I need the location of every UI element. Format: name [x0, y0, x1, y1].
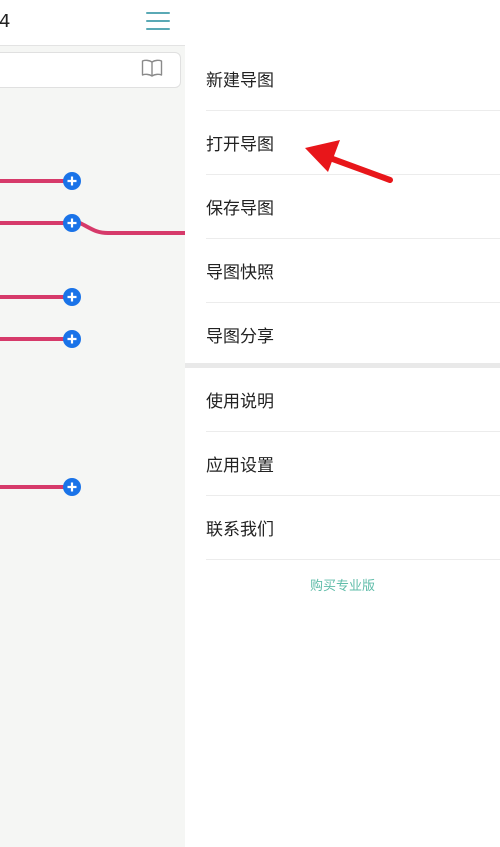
menu-item-new-map[interactable]: 新建导图 — [206, 47, 500, 111]
menu-item-label: 应用设置 — [206, 456, 274, 476]
buy-pro-link[interactable]: 购买专业版 — [185, 575, 500, 594]
add-node-icon[interactable] — [63, 172, 81, 190]
mindmap-editor: 4 — [0, 0, 185, 847]
editor-topbar: 4 — [0, 0, 185, 46]
book-open-icon[interactable] — [141, 58, 163, 78]
menu-item-label: 联系我们 — [206, 520, 274, 540]
add-node-icon[interactable] — [63, 330, 81, 348]
menu-item-label: 导图分享 — [206, 327, 274, 347]
add-node-buttons — [63, 172, 81, 496]
add-node-icon[interactable] — [63, 288, 81, 306]
menu-item-label: 新建导图 — [206, 71, 274, 91]
editor-title: 4 — [0, 11, 11, 32]
menu-item-label: 保存导图 — [206, 199, 274, 219]
add-node-icon[interactable] — [63, 478, 81, 496]
branch-line — [78, 221, 185, 235]
hamburger-menu-icon[interactable] — [146, 10, 170, 32]
add-node-icon[interactable] — [63, 214, 81, 232]
secondary-menu-group: 使用说明 应用设置 联系我们 — [185, 368, 500, 560]
menu-item-save-map[interactable]: 保存导图 — [206, 175, 500, 239]
menu-item-label: 导图快照 — [206, 263, 274, 283]
menu-item-label: 打开导图 — [206, 135, 274, 155]
primary-menu-group: 新建导图 打开导图 保存导图 导图快照 导图分享 — [185, 47, 500, 366]
menu-item-open-map[interactable]: 打开导图 — [206, 111, 500, 175]
menu-item-share-map[interactable]: 导图分享 — [206, 303, 500, 366]
side-drawer-menu: 新建导图 打开导图 保存导图 导图快照 导图分享 使用说明 应用设置 联系我们 … — [185, 0, 500, 847]
menu-item-contact-us[interactable]: 联系我们 — [206, 496, 500, 560]
mindmap-canvas — [0, 172, 185, 496]
menu-item-user-guide[interactable]: 使用说明 — [206, 368, 500, 432]
menu-item-app-settings[interactable]: 应用设置 — [206, 432, 500, 496]
menu-item-label: 使用说明 — [206, 392, 274, 412]
menu-item-map-snapshot[interactable]: 导图快照 — [206, 239, 500, 303]
